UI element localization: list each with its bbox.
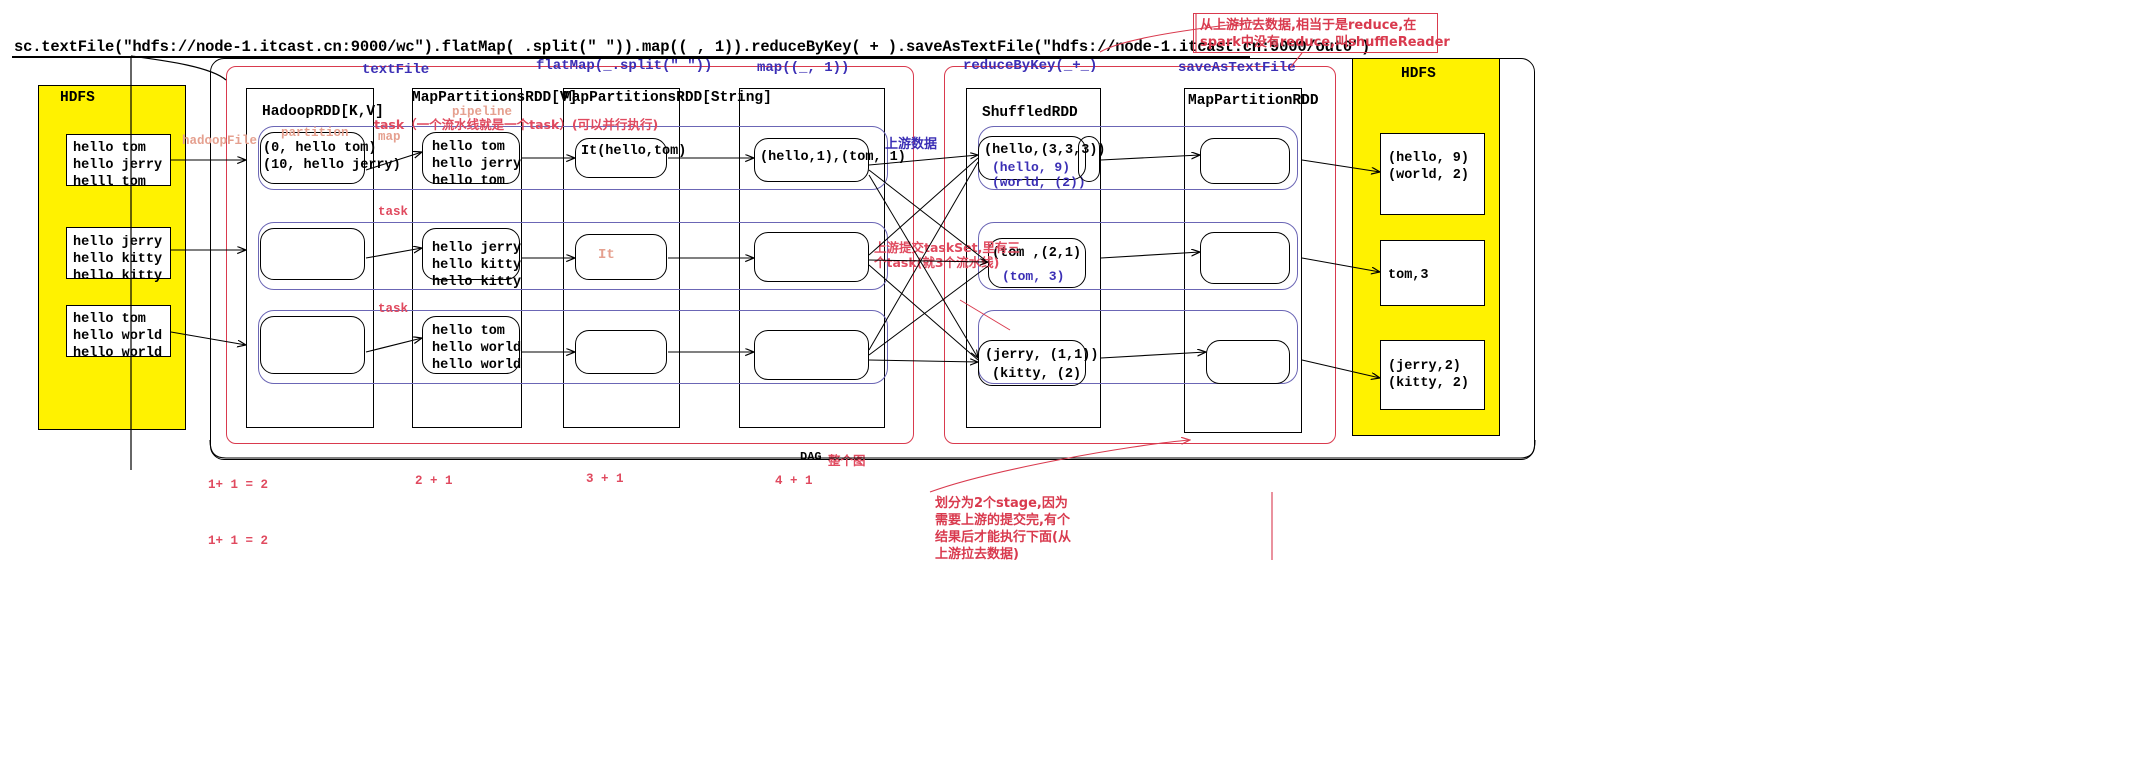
- mappartitionsstring-partition-1: [575, 234, 667, 280]
- hdfs-right-title: HDFS: [1401, 66, 1436, 82]
- rdd-mappartitionsrdd-v-title: MapPartitionsRDD[V]: [412, 90, 578, 106]
- annotation-bottom-text: 划分为2个stage,因为 需要上游的提交完,有个 结果后才能执行下面(从 上游…: [935, 496, 1071, 562]
- hdfs-left-block-2-text: hello tom hello world hello world: [73, 312, 163, 361]
- pipeline-label: pipeline: [452, 105, 513, 119]
- mappartitionsstring-partition-0-text: It(hello,tom): [581, 144, 687, 159]
- hdfs-left-block-1-text: hello jerry hello kitty hello kitty: [73, 235, 163, 284]
- stage-label-textfile: textFile: [362, 62, 430, 78]
- hdfs-right-block-1-text: tom,3: [1388, 268, 1429, 283]
- mappartitionsv-partition-2-text: hello tom hello world hello world: [432, 324, 522, 373]
- dag-cn-label: 整个图: [828, 453, 866, 468]
- count-1: 2 + 1: [415, 474, 453, 488]
- hadooprdd-partition-2: [260, 316, 365, 374]
- hadooprdd-partition-1: [260, 228, 365, 280]
- shuffledrdd-sub-0: (hello, 9) (world, (2)): [992, 160, 1086, 190]
- mappair-partition-2: [754, 330, 869, 380]
- mappartitionrdd-partition-2: [1206, 340, 1290, 384]
- diagram-canvas: sc.textFile("hdfs://node-1.itcast.cn:900…: [0, 0, 2142, 776]
- stage-label-saveastextfile: saveAsTextFile: [1178, 60, 1296, 76]
- mappartitionrdd-partition-0: [1200, 138, 1290, 184]
- mappartitionsv-partition-0-text: hello tom hello jerry hello tom: [432, 140, 522, 189]
- task-label-2: task: [378, 205, 409, 219]
- rdd-shuffledrdd-title: ShuffledRDD: [982, 105, 1078, 121]
- hdfs-left-title: HDFS: [60, 90, 95, 106]
- count-3: 4 + 1: [775, 474, 813, 488]
- mappartitionsstring-partition-1-text: It: [598, 247, 615, 263]
- shuffledrdd-partition-2-text: (jerry, (1,1)): [985, 348, 1099, 363]
- shuffledrdd-sub-1: (tom, 3): [1002, 269, 1065, 284]
- partition-caption: partition: [281, 126, 349, 140]
- hdfs-right-block-0-text: (hello, 9) (world, 2): [1388, 151, 1470, 183]
- count-0: 1+ 1 = 2: [208, 478, 269, 492]
- upstream-data-label: 上游数据: [885, 137, 938, 152]
- mappartitionsstring-partition-2: [575, 330, 667, 374]
- dag-label: DAG: [800, 450, 822, 464]
- hdfs-right-block-2-text: (jerry,2) (kitty, 2): [1388, 359, 1470, 391]
- task-label-3: task: [378, 302, 409, 316]
- upstream-tasks-label: 上游提交taskSet,里有三 个task(就3个流水线): [874, 240, 1020, 270]
- annotation-top-right-text: 从上游拉去数据,相当于是reduce,在 spark中没有reduce,叫shu…: [1200, 18, 1450, 50]
- hdfs-left-block-0-text: hello tom hello jerry helll tom: [73, 141, 163, 190]
- count-2: 3 + 1: [586, 472, 624, 486]
- stage-label-reducebykey: reduceByKey(_+_): [963, 58, 1098, 74]
- hadoopfile-label: hadoopFile: [182, 134, 258, 148]
- shuffledrdd-sub-2: (kitty, (2): [992, 367, 1082, 382]
- hadooprdd-partition-0-text: (0, hello tom) (10, hello jerry): [263, 141, 401, 173]
- rdd-mappartitionrdd-title: MapPartitionRDD: [1188, 93, 1319, 109]
- count-bottom: 1+ 1 = 2: [208, 534, 269, 548]
- mappartitionrdd-partition-1: [1200, 232, 1290, 284]
- spark-code-line: sc.textFile("hdfs://node-1.itcast.cn:900…: [14, 38, 1371, 56]
- mappartitionsv-partition-1-text: hello jerry hello kitty hello kitty: [432, 241, 522, 290]
- stage-label-flatmap: flatMap(_.split(" ")): [536, 58, 713, 74]
- stage-label-map: map((_, 1)): [757, 60, 850, 76]
- mappair-partition-1: [754, 232, 869, 282]
- rdd-hadooprdd-title: HadoopRDD[K,V]: [262, 104, 384, 120]
- task-pipeline-label: task（一个流水线就是一个task）(可以并行执行): [374, 117, 659, 132]
- shuffledrdd-partition-0-side: [1078, 136, 1100, 182]
- mappair-partition-0-text: (hello,1),(tom, 1): [760, 150, 906, 165]
